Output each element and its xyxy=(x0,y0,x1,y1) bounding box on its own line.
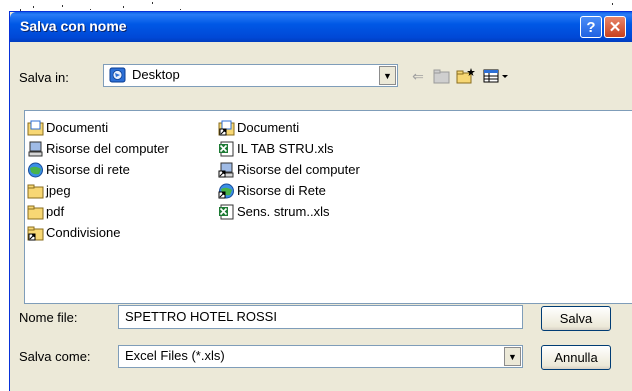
up-folder-icon[interactable] xyxy=(432,66,452,86)
close-icon: ✕ xyxy=(608,19,622,36)
network-places-icon xyxy=(27,162,44,178)
list-item[interactable]: Risorse di Rete xyxy=(218,180,360,201)
help-icon: ? xyxy=(586,18,596,36)
file-name: Documenti xyxy=(237,120,300,135)
filetype-label: Salva come: xyxy=(19,349,91,364)
list-item[interactable]: Sens. strum..xls xyxy=(218,201,360,222)
list-item[interactable]: Risorse di rete xyxy=(27,159,169,180)
file-name: Risorse del computer xyxy=(46,141,169,156)
list-item[interactable]: Risorse del computer xyxy=(27,138,169,159)
file-column-right: Documenti IL TAB STRU.xls Risorse del co… xyxy=(218,117,360,222)
list-item[interactable]: IL TAB STRU.xls xyxy=(218,138,360,159)
file-name: IL TAB STRU.xls xyxy=(237,141,334,156)
excel-file-icon xyxy=(218,204,235,220)
new-folder-icon[interactable] xyxy=(456,66,476,86)
list-item[interactable]: Risorse del computer xyxy=(218,159,360,180)
save-button[interactable]: Salva xyxy=(541,306,611,331)
filename-label: Nome file: xyxy=(19,310,78,325)
file-name: Documenti xyxy=(46,120,109,135)
cancel-button-label: Annulla xyxy=(554,350,598,365)
chevron-down-icon[interactable]: ▼ xyxy=(379,66,396,85)
file-name: Risorse del computer xyxy=(237,162,360,177)
folder-icon xyxy=(27,183,44,199)
filetype-value: Excel Files (*.xls) xyxy=(125,348,225,363)
view-menu-icon[interactable] xyxy=(482,66,512,86)
file-list[interactable]: Documenti Risorse del computer Risorse d… xyxy=(24,110,632,304)
folder-icon xyxy=(27,204,44,220)
list-item[interactable]: Documenti xyxy=(218,117,360,138)
computer-shortcut-icon xyxy=(218,162,235,178)
save-button-label: Salva xyxy=(559,311,593,326)
save-as-dialog: Salva con nome ? ✕ Salva in: Desktop ▼ ⇐ xyxy=(9,11,632,391)
network-shortcut-icon xyxy=(218,183,235,199)
title-bar[interactable]: Salva con nome ? ✕ xyxy=(10,12,632,42)
file-name: Condivisione xyxy=(46,225,121,240)
desktop-icon xyxy=(109,67,127,84)
folder-shortcut-icon xyxy=(27,225,44,241)
documents-shortcut-icon xyxy=(218,120,235,136)
file-name: Risorse di Rete xyxy=(237,183,326,198)
file-name: jpeg xyxy=(46,183,71,198)
file-name: Sens. strum..xls xyxy=(237,204,330,219)
cancel-button[interactable]: Annulla xyxy=(541,345,611,370)
back-arrow-icon[interactable]: ⇐ xyxy=(408,66,428,86)
my-documents-icon xyxy=(27,120,44,136)
chevron-down-icon[interactable]: ▼ xyxy=(504,347,521,366)
file-column-left: Documenti Risorse del computer Risorse d… xyxy=(27,117,169,243)
file-name: Risorse di rete xyxy=(46,162,130,177)
dialog-title: Salva con nome xyxy=(20,18,127,34)
excel-file-icon xyxy=(218,141,235,157)
list-item[interactable]: Condivisione xyxy=(27,222,169,243)
file-name: pdf xyxy=(46,204,65,219)
save-in-dropdown[interactable]: Desktop ▼ xyxy=(103,64,398,87)
help-button[interactable]: ? xyxy=(580,16,602,38)
filename-input[interactable]: SPETTRO HOTEL ROSSI xyxy=(118,305,523,329)
save-in-label: Salva in: xyxy=(19,70,69,85)
filename-value: SPETTRO HOTEL ROSSI xyxy=(125,309,277,324)
filetype-dropdown[interactable]: Excel Files (*.xls) ▼ xyxy=(118,345,523,368)
save-in-value: Desktop xyxy=(132,67,180,82)
list-item[interactable]: pdf xyxy=(27,201,169,222)
list-item[interactable]: Documenti xyxy=(27,117,169,138)
my-computer-icon xyxy=(27,141,44,157)
close-button[interactable]: ✕ xyxy=(604,16,626,38)
list-item[interactable]: jpeg xyxy=(27,180,169,201)
